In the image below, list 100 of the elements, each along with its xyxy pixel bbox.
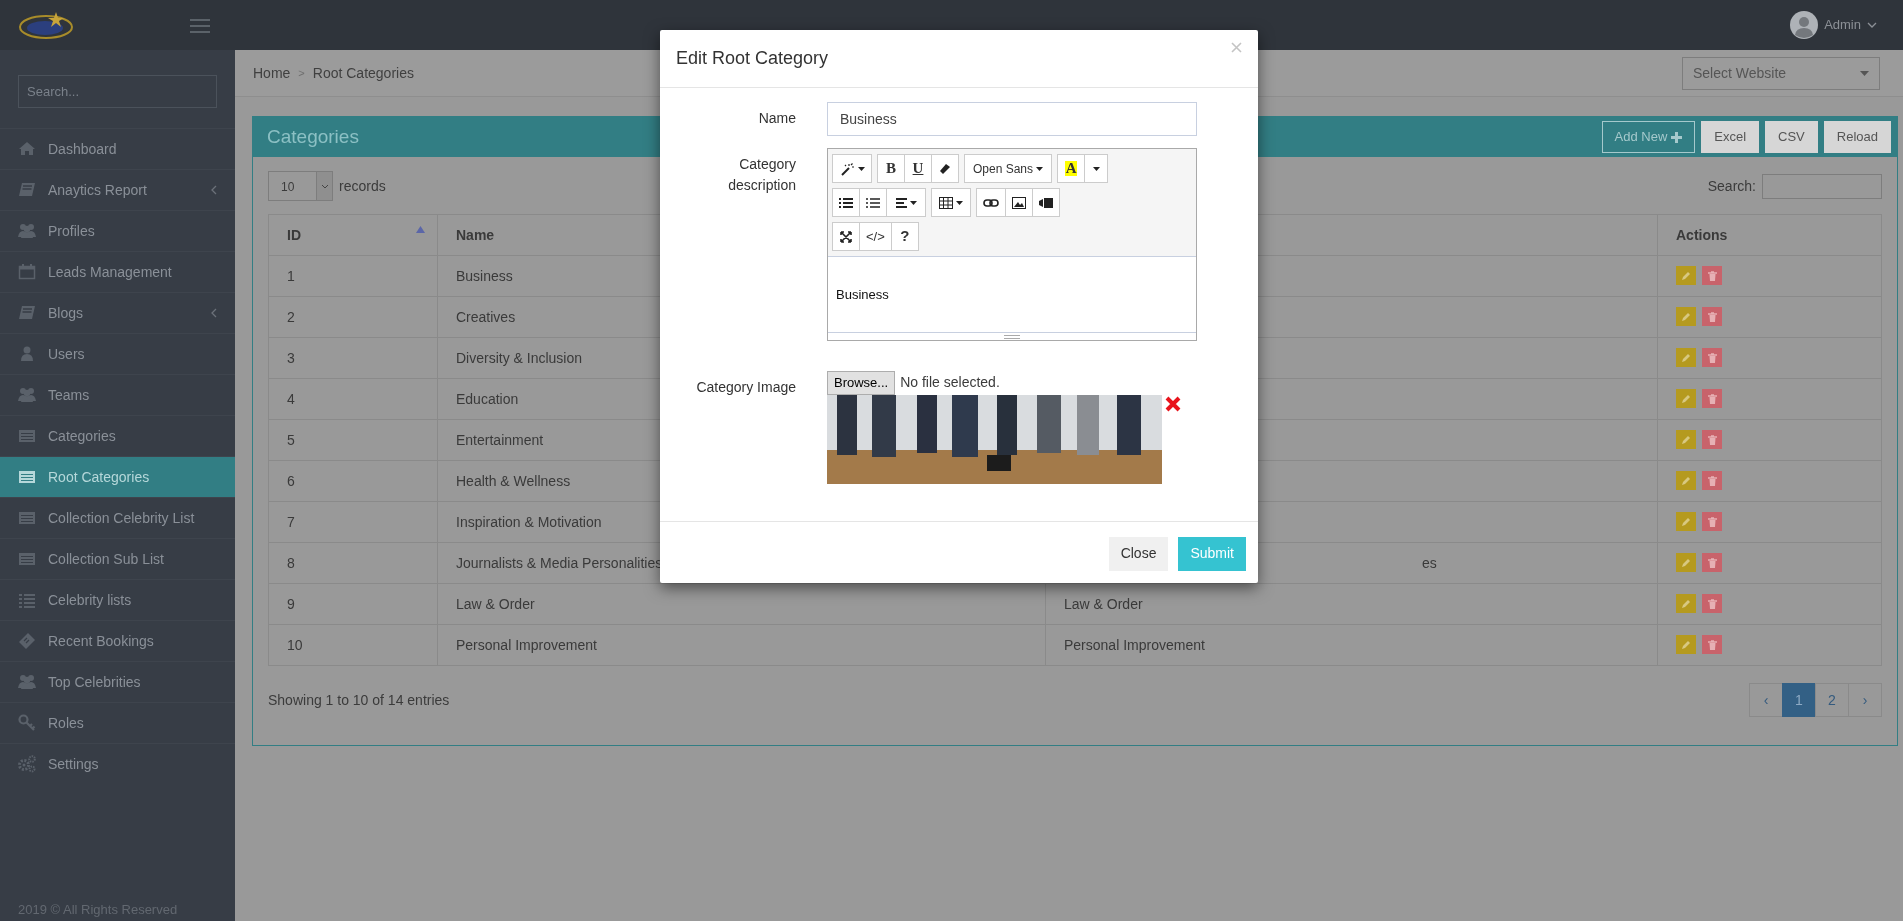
sidebar-item[interactable]: Users (0, 333, 235, 374)
list-card-icon (18, 468, 36, 486)
pencil-icon (1681, 598, 1691, 609)
help-button[interactable]: ? (890, 222, 919, 251)
table-cell: 10 (268, 624, 438, 666)
search-field[interactable]: Search... (18, 75, 217, 108)
delete-button[interactable] (1702, 553, 1722, 572)
browse-button[interactable]: Browse... (827, 371, 896, 395)
text-color-button[interactable]: A (1057, 154, 1086, 183)
pencil-icon (1681, 311, 1691, 322)
sidebar-item[interactable]: Roles (0, 702, 235, 743)
sidebar-item[interactable]: Leads Management (0, 251, 235, 292)
caret-icon (1036, 166, 1044, 171)
expand-arrows-button[interactable] (832, 222, 860, 251)
toolbar-button[interactable]: Add New (1601, 121, 1696, 153)
edit-button[interactable] (1676, 348, 1696, 367)
delete-button[interactable] (1702, 635, 1722, 654)
edit-button[interactable] (1676, 635, 1696, 654)
users-icon (18, 386, 36, 404)
table-info-text: Showing 1 to 10 of 14 entries (268, 690, 450, 710)
edit-button[interactable] (1676, 512, 1696, 531)
table-cell: 5 (268, 419, 438, 461)
edit-button[interactable] (1676, 430, 1696, 449)
pencil-icon (1681, 434, 1691, 445)
delete-button[interactable] (1702, 512, 1722, 531)
delete-button[interactable] (1702, 307, 1722, 326)
edit-button[interactable] (1676, 307, 1696, 326)
sidebar-item[interactable]: Recent Bookings (0, 620, 235, 661)
column-header[interactable]: ID (268, 214, 438, 256)
font-family-button[interactable]: Open Sans (964, 154, 1053, 183)
delete-button[interactable] (1702, 266, 1722, 285)
caret-icon (857, 166, 865, 171)
delete-button[interactable] (1702, 430, 1722, 449)
book-icon (18, 181, 36, 199)
toolbar-button[interactable]: Reload (1823, 121, 1891, 153)
bullet-list-button[interactable] (832, 188, 860, 217)
code-view-button[interactable]: </> (859, 222, 892, 251)
table-grid-button[interactable] (931, 188, 971, 217)
sidebar-item[interactable]: Settings (0, 743, 235, 784)
table-cell: 1 (268, 255, 438, 297)
search-label: Search: (1707, 176, 1756, 196)
trash-icon (1707, 311, 1717, 322)
magic-wand-button[interactable] (832, 154, 872, 183)
column-header[interactable]: Actions (1657, 214, 1882, 256)
trash-icon (1707, 516, 1717, 527)
table-cell: 3 (268, 337, 438, 379)
eraser-button[interactable] (931, 154, 959, 183)
edit-button[interactable] (1676, 266, 1696, 285)
delete-button[interactable] (1702, 389, 1722, 408)
dialog-button[interactable]: Submit (1178, 536, 1246, 571)
sidebar-item[interactable]: Collection Sub List (0, 538, 235, 579)
bullet-list-icon (839, 196, 853, 209)
table-cell: 8 (268, 542, 438, 584)
table-search-field[interactable] (1762, 173, 1882, 199)
page-length-select[interactable]: 10 (268, 171, 333, 201)
numbered-list-button[interactable] (859, 188, 887, 217)
delete-button[interactable] (1702, 594, 1722, 613)
sidebar-item[interactable]: Profiles (0, 210, 235, 251)
bold-button[interactable]: B (877, 154, 905, 183)
field-label: Category Image (695, 378, 796, 397)
pagination-button[interactable]: 1 (1782, 683, 1816, 717)
pagination-button[interactable]: 2 (1815, 683, 1849, 717)
panel-title: Categories (267, 124, 359, 149)
edit-button[interactable] (1676, 471, 1696, 490)
toolbar-button[interactable]: Excel (1701, 121, 1760, 153)
sidebar-item[interactable]: Dashboard (0, 128, 235, 169)
sidebar-item[interactable]: Top Celebrities (0, 661, 235, 702)
key-icon (18, 714, 36, 732)
delete-button[interactable] (1702, 348, 1722, 367)
magic-wand-icon (839, 161, 855, 176)
breadcrumb-link[interactable]: Home (253, 62, 291, 84)
link-button[interactable] (976, 188, 1006, 217)
delete-button[interactable] (1702, 471, 1722, 490)
toolbar-button[interactable]: CSV (1765, 121, 1818, 153)
sidebar-item[interactable]: Collection Celebrity List (0, 497, 235, 538)
sidebar-item[interactable]: Anaytics Report (0, 169, 235, 210)
trash-icon (1707, 352, 1717, 363)
user-menu[interactable]: Admin (1784, 10, 1883, 40)
sidebar-item[interactable]: Root Categories (0, 456, 235, 497)
pagination-button[interactable]: › (1848, 683, 1882, 717)
sidebar-item[interactable]: Celebrity lists (0, 579, 235, 620)
color-dropdown-button[interactable] (1084, 154, 1109, 183)
name-field[interactable]: Business (827, 102, 1197, 136)
align-left-button[interactable] (886, 188, 926, 217)
trash-icon (1707, 598, 1717, 609)
records-label: records (339, 176, 386, 196)
picture-button[interactable] (1005, 188, 1033, 217)
underline-button[interactable]: U (904, 154, 932, 183)
caret-icon (1860, 70, 1869, 76)
sidebar-item[interactable]: Teams (0, 374, 235, 415)
sidebar-item[interactable]: Blogs (0, 292, 235, 333)
video-camera-button[interactable] (1032, 188, 1060, 217)
dialog-button[interactable]: Close (1108, 536, 1169, 571)
pagination-button[interactable]: ‹ (1749, 683, 1783, 717)
edit-button[interactable] (1676, 389, 1696, 408)
edit-button[interactable] (1676, 553, 1696, 572)
table-cell-text: Law & Order (1064, 595, 1143, 612)
trash-icon (1707, 475, 1717, 486)
edit-button[interactable] (1676, 594, 1696, 613)
website-select[interactable]: Select Website (1682, 56, 1880, 90)
